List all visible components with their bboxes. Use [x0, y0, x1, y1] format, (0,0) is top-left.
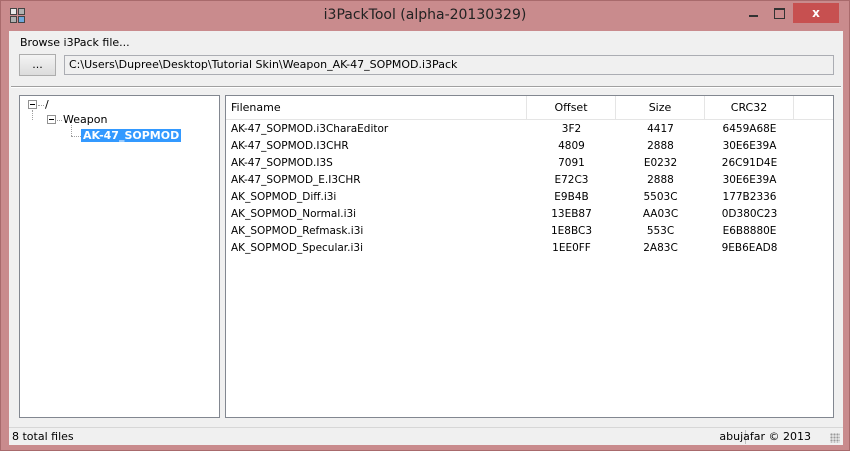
cell-filename: AK-47_SOPMOD.I3S — [231, 157, 333, 169]
file-list-header: Filename Offset Size CRC32 — [226, 96, 833, 120]
table-row[interactable]: AK_SOPMOD_Diff.i3i E9B4B 5503C 177B2336 — [226, 189, 833, 206]
cell-filename: AK_SOPMOD_Diff.i3i — [231, 191, 337, 203]
cell-crc32: 6459A68E — [722, 123, 777, 135]
cell-offset: 1EE0FF — [552, 242, 591, 254]
browse-label: Browse i3Pack file... — [20, 36, 130, 49]
file-count-status: 8 total files — [12, 430, 74, 443]
cell-offset: 1E8BC3 — [550, 225, 593, 237]
cell-offset: 4809 — [558, 140, 585, 152]
divider — [11, 86, 841, 88]
resize-grip-icon[interactable] — [830, 433, 840, 443]
table-row[interactable]: AK-47_SOPMOD.I3S 7091 E0232 26C91D4E — [226, 155, 833, 172]
tree-folder-weapon[interactable]: Weapon — [63, 113, 107, 126]
tree-connector — [71, 136, 81, 137]
root-expander-icon[interactable] — [28, 100, 37, 109]
cell-size: 4417 — [647, 123, 674, 135]
minimize-button[interactable] — [740, 4, 766, 22]
maximize-button[interactable] — [766, 4, 792, 22]
client-area: Browse i3Pack file... ... C:\Users\Dupre… — [9, 31, 843, 445]
table-row[interactable]: AK_SOPMOD_Specular.i3i 1EE0FF 2A83C 9EB6… — [226, 240, 833, 257]
cell-size: 2888 — [647, 174, 674, 186]
cell-size: 2888 — [647, 140, 674, 152]
cell-crc32: 9EB6EAD8 — [721, 242, 778, 254]
browse-button[interactable]: ... — [19, 54, 56, 76]
file-list[interactable]: Filename Offset Size CRC32 AK-47_SOPMOD.… — [225, 95, 834, 418]
tree-item-ak47-sopmod[interactable]: AK-47_SOPMOD — [81, 129, 182, 142]
cell-offset: 13EB87 — [551, 208, 592, 220]
cell-size: AA03C — [642, 208, 679, 220]
table-row[interactable]: AK_SOPMOD_Normal.i3i 13EB87 AA03C 0D380C… — [226, 206, 833, 223]
cell-crc32: 0D380C23 — [721, 208, 778, 220]
cell-filename: AK_SOPMOD_Specular.i3i — [231, 242, 364, 254]
cell-size: E0232 — [643, 157, 678, 169]
cell-offset: 3F2 — [561, 123, 582, 135]
cell-filename: AK-47_SOPMOD.i3CharaEditor — [231, 123, 389, 135]
window-title: i3PackTool (alpha-20130329) — [323, 7, 527, 23]
title-bar[interactable]: i3PackTool (alpha-20130329) x — [1, 1, 849, 31]
cell-filename: AK-47_SOPMOD.I3CHR — [231, 140, 349, 152]
cell-size: 2A83C — [643, 242, 678, 254]
folder-tree[interactable]: / Weapon AK-47_SOPMOD — [19, 95, 220, 418]
app-window: i3PackTool (alpha-20130329) x Browse i3P… — [0, 0, 850, 451]
cell-size: 5503C — [643, 191, 678, 203]
column-header-filename[interactable]: Filename — [226, 96, 527, 120]
tree-connector — [38, 105, 44, 106]
cell-crc32: 30E6E39A — [722, 174, 777, 186]
cell-size: 553C — [646, 225, 675, 237]
file-path-field[interactable]: C:\Users\Dupree\Desktop\Tutorial Skin\We… — [64, 55, 834, 75]
tree-connector — [57, 120, 62, 121]
tree-root[interactable]: / — [45, 98, 49, 111]
cell-offset: E72C3 — [554, 174, 589, 186]
status-bar: 8 total files abujafar © 2013 — [9, 427, 843, 445]
table-row[interactable]: AK_SOPMOD_Refmask.i3i 1E8BC3 553C E6B888… — [226, 223, 833, 240]
cell-offset: 7091 — [558, 157, 585, 169]
close-button[interactable]: x — [793, 3, 839, 23]
table-row[interactable]: AK-47_SOPMOD_E.I3CHR E72C3 2888 30E6E39A — [226, 172, 833, 189]
cell-crc32: 26C91D4E — [721, 157, 778, 169]
column-header-offset[interactable]: Offset — [527, 96, 616, 120]
cell-crc32: 30E6E39A — [722, 140, 777, 152]
column-header-crc32[interactable]: CRC32 — [705, 96, 794, 120]
cell-filename: AK_SOPMOD_Refmask.i3i — [231, 225, 364, 237]
tree-connector — [32, 110, 33, 120]
table-row[interactable]: AK-47_SOPMOD.i3CharaEditor 3F2 4417 6459… — [226, 121, 833, 138]
cell-crc32: 177B2336 — [722, 191, 777, 203]
cell-offset: E9B4B — [554, 191, 589, 203]
cell-filename: AK-47_SOPMOD_E.I3CHR — [231, 174, 361, 186]
author-credit: abujafar © 2013 — [719, 430, 811, 443]
cell-crc32: E6B8880E — [722, 225, 777, 237]
table-row[interactable]: AK-47_SOPMOD.I3CHR 4809 2888 30E6E39A — [226, 138, 833, 155]
column-header-size[interactable]: Size — [616, 96, 705, 120]
weapon-expander-icon[interactable] — [47, 115, 56, 124]
tree-connector — [71, 125, 72, 136]
cell-filename: AK_SOPMOD_Normal.i3i — [231, 208, 357, 220]
